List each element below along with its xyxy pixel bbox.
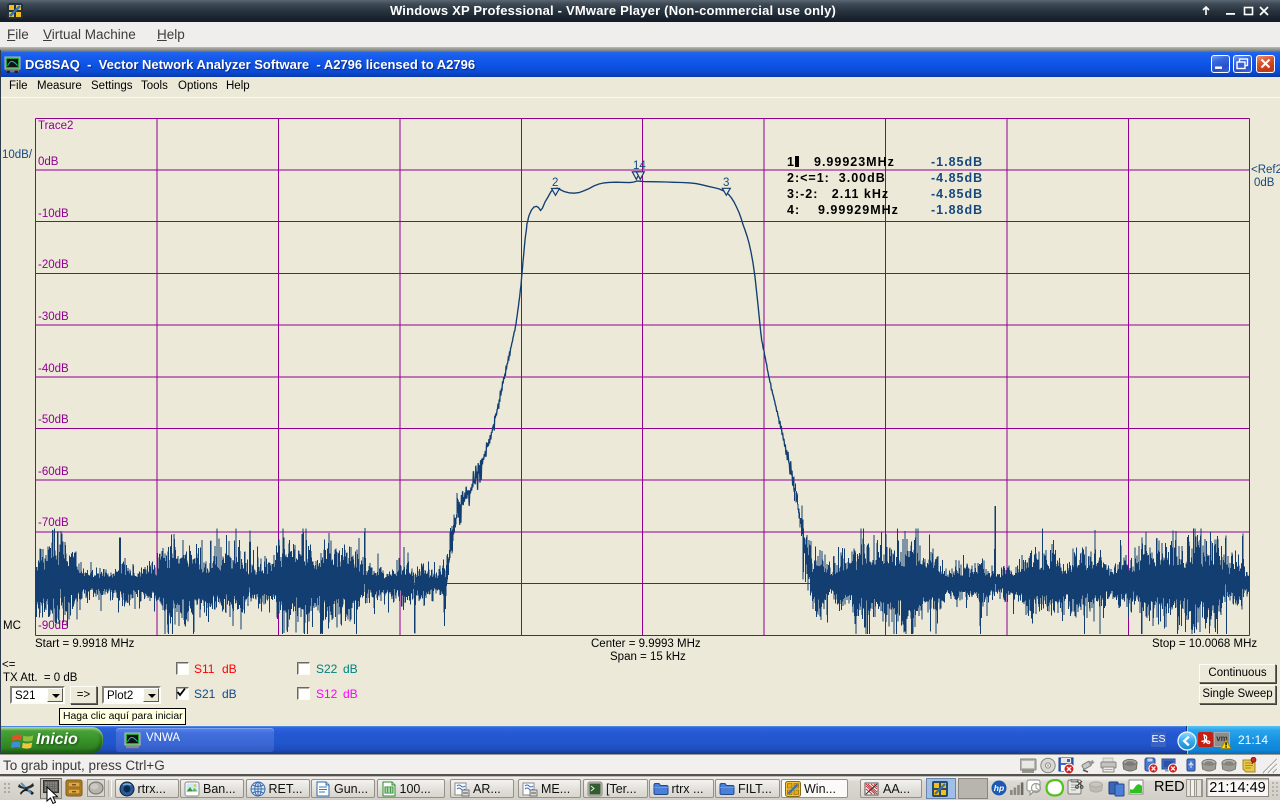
svg-text:hp: hp <box>994 783 1004 793</box>
